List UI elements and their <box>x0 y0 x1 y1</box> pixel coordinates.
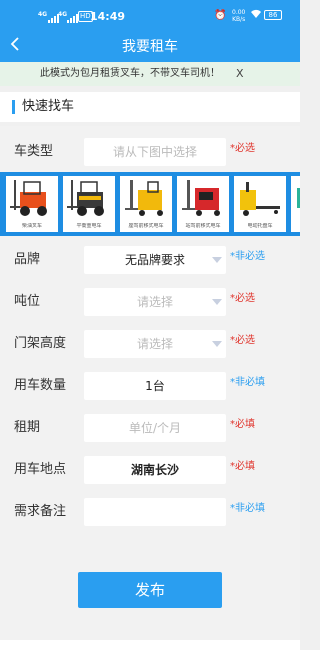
wifi-icon <box>250 9 262 22</box>
alarm-icon: ⏰ <box>214 10 227 21</box>
hydraulic-truck-icon <box>297 188 300 208</box>
mast-height-placeholder: 请选择 <box>136 337 173 351</box>
battery-icon: 86 <box>264 10 282 20</box>
truck-option-diesel[interactable]: 柴油叉车 <box>6 176 58 232</box>
truck-option-counterbalance-electric[interactable]: 平衡重电车 <box>63 176 115 232</box>
signal-b-label: 4G <box>58 11 68 18</box>
brand-label: 品牌 <box>14 252 41 267</box>
truck-option-label: 电动托盘车 <box>247 223 273 229</box>
truck-option-hydraulic[interactable]: 液 <box>291 176 300 232</box>
truck-type-tag: *必选 <box>230 143 255 154</box>
dropdown-arrow-icon <box>212 257 222 263</box>
remark-label: 需求备注 <box>14 504 67 519</box>
tonnage-label: 吨位 <box>14 294 41 309</box>
notice-banner: 此模式为包月租赁叉车，不带叉车司机！ X <box>0 62 300 86</box>
quantity-input[interactable]: 1台 <box>84 372 226 400</box>
row-tonnage: 吨位 请选择 *必选 <box>0 288 300 316</box>
mast-height-select[interactable]: 请选择 <box>84 330 226 358</box>
truck-type-field[interactable]: 请从下图中选择 <box>84 138 226 166</box>
section-header: 快速找车 <box>0 92 300 122</box>
speed-unit: KB/s <box>232 16 246 23</box>
forklift-diesel-icon <box>10 180 47 216</box>
truck-type-carousel[interactable]: 柴油叉车 平衡重电车 座驾前移式电车 站驾前移式电车 电动托盘车 <box>0 172 300 236</box>
truck-option-label: 液 <box>291 223 300 230</box>
truck-option-label: 站驾前移式电车 <box>185 223 221 229</box>
row-remark: 需求备注 *非必填 <box>0 498 300 526</box>
tonnage-placeholder: 请选择 <box>136 295 173 309</box>
truck-option-sit-reach[interactable]: 座驾前移式电车 <box>120 176 172 232</box>
mast-height-tag: *必选 <box>230 335 255 346</box>
location-tag: *必填 <box>230 461 255 472</box>
dropdown-arrow-icon <box>212 341 222 347</box>
bottom-bar <box>0 640 300 650</box>
close-notice-button[interactable]: X <box>236 62 244 86</box>
tonnage-select[interactable]: 请选择 <box>84 288 226 316</box>
network-speed: 0.00 KB/s <box>232 9 245 23</box>
rental-term-tag: *必填 <box>230 419 255 430</box>
row-brand: 品牌 无品牌要求 *非必选 <box>0 246 300 274</box>
row-location: 用车地点 湖南长沙 *必填 <box>0 456 300 484</box>
reach-truck-sit-icon <box>125 180 163 216</box>
dropdown-arrow-icon <box>212 299 222 305</box>
brand-tag: *非必选 <box>230 251 265 262</box>
forklift-electric-icon <box>67 180 104 216</box>
reach-truck-stand-icon <box>182 180 220 216</box>
quantity-label: 用车数量 <box>14 378 67 393</box>
page-title: 我要租车 <box>122 39 178 55</box>
remark-tag: *非必填 <box>230 503 265 514</box>
brand-select[interactable]: 无品牌要求 <box>84 246 226 274</box>
row-mast-height: 门架高度 请选择 *必选 <box>0 330 300 358</box>
truck-option-label: 座驾前移式电车 <box>128 223 164 229</box>
location-input[interactable]: 湖南长沙 <box>84 456 226 484</box>
rental-term-label: 租期 <box>14 420 41 435</box>
quantity-tag: *非必填 <box>230 377 265 388</box>
truck-option-stand-reach[interactable]: 站驾前移式电车 <box>177 176 229 232</box>
speed-value: 0.00 <box>232 9 246 16</box>
truck-option-label: 平衡重电车 <box>76 223 102 229</box>
pallet-truck-icon <box>240 182 280 216</box>
section-title: 快速找车 <box>22 99 75 114</box>
publish-button[interactable]: 发布 <box>78 572 222 608</box>
notice-text: 此模式为包月租赁叉车，不带叉车司机！ <box>40 68 220 79</box>
remark-input[interactable] <box>84 498 226 526</box>
row-quantity: 用车数量 1台 *非必填 <box>0 372 300 400</box>
status-bar: 4G 4G HD 14:49 ⏰ 0.00 KB/s 86 <box>0 0 300 32</box>
row-rental-term: 租期 单位/个月 *必填 <box>0 414 300 442</box>
nav-bar: 我要租车 <box>0 32 300 62</box>
brand-value: 无品牌要求 <box>124 253 185 267</box>
rental-term-input[interactable]: 单位/个月 <box>84 414 226 442</box>
location-label: 用车地点 <box>14 462 67 477</box>
section-accent-bar <box>12 100 15 114</box>
row-truck-type: 车类型 请从下图中选择 *必选 <box>0 138 300 166</box>
mast-height-label: 门架高度 <box>14 336 67 351</box>
signal-a-label: 4G <box>38 11 48 18</box>
truck-option-pallet[interactable]: 电动托盘车 <box>234 176 286 232</box>
truck-type-label: 车类型 <box>14 144 54 159</box>
status-time: 14:49 <box>90 10 126 23</box>
tonnage-tag: *必选 <box>230 293 255 304</box>
truck-option-label: 柴油叉车 <box>21 223 42 229</box>
